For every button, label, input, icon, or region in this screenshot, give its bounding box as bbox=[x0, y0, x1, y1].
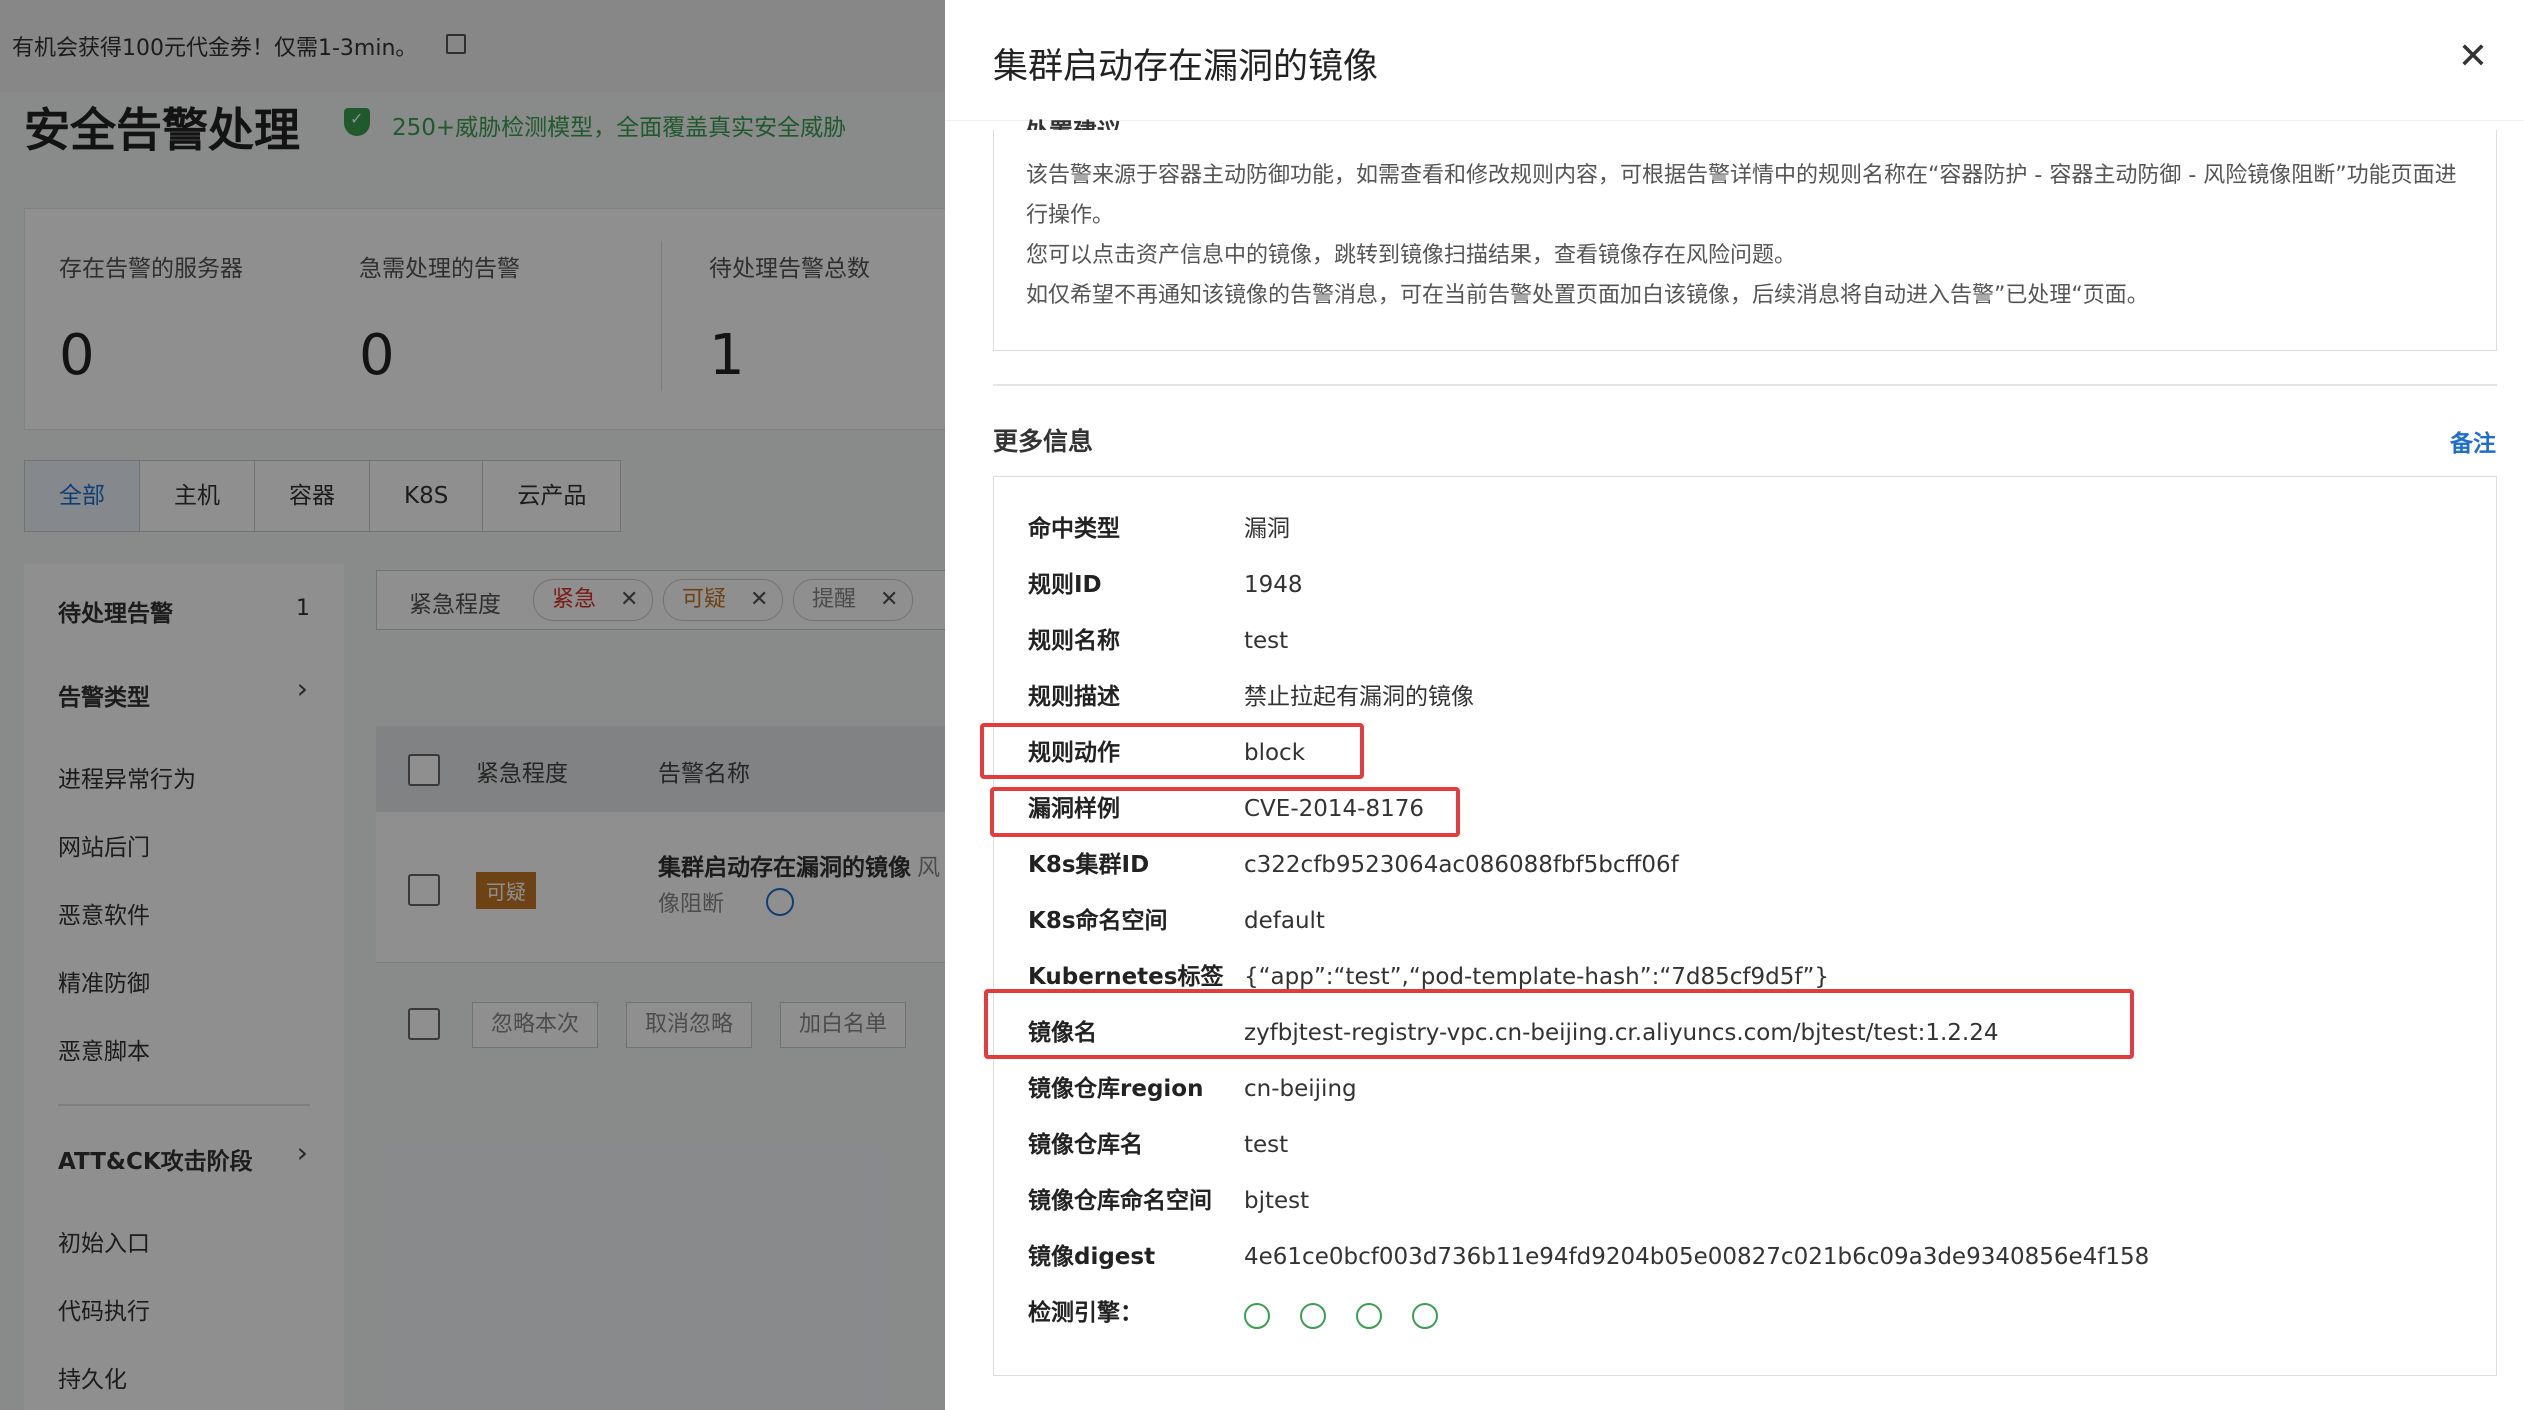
info-key: 规则名称 bbox=[1028, 628, 1120, 654]
info-value: 4e61ce0bcf003d736b11e94fd9204b05e00827c0… bbox=[1244, 1244, 2150, 1270]
engine-3-icon[interactable] bbox=[1356, 1303, 1382, 1329]
engine-2-icon[interactable] bbox=[1300, 1303, 1326, 1329]
engine-4-icon[interactable] bbox=[1412, 1303, 1438, 1329]
drawer-header-divider bbox=[945, 120, 2524, 121]
advice-heading: 处置建议 bbox=[1025, 112, 1121, 130]
info-value: 漏洞 bbox=[1244, 516, 1290, 542]
info-key: 检测引擎： bbox=[1028, 1300, 1143, 1326]
info-key: 规则描述 bbox=[1028, 684, 1120, 710]
drawer-title: 集群启动存在漏洞的镜像 bbox=[993, 47, 1379, 87]
info-key: 规则ID bbox=[1028, 572, 1102, 598]
info-value: c322cfb9523064ac086088fbf5bcff06f bbox=[1244, 852, 1679, 878]
more-info-title: 更多信息 bbox=[993, 427, 1094, 456]
info-key: K8s集群ID bbox=[1028, 852, 1150, 878]
info-row-engines: 检测引擎： bbox=[1028, 1285, 1628, 1341]
info-value: test bbox=[1244, 1132, 1289, 1158]
info-key: 镜像digest bbox=[1028, 1244, 1156, 1270]
info-value: 1948 bbox=[1244, 572, 1303, 598]
engine-1-icon[interactable] bbox=[1244, 1303, 1270, 1329]
section-divider bbox=[993, 384, 2497, 386]
highlight-image-name bbox=[984, 989, 2134, 1059]
modal-overlay[interactable] bbox=[0, 0, 945, 1410]
info-value: bjtest bbox=[1244, 1188, 1310, 1214]
advice-line: 您可以点击资产信息中的镜像，跳转到镜像扫描结果，查看镜像存在风险问题。 bbox=[1026, 243, 1797, 268]
info-value: cn-beijing bbox=[1244, 1076, 1357, 1102]
highlight-vuln-sample bbox=[990, 787, 1460, 837]
info-value: default bbox=[1244, 908, 1325, 934]
info-key: 镜像仓库region bbox=[1028, 1076, 1204, 1102]
info-key: 镜像仓库名 bbox=[1028, 1132, 1143, 1158]
advice-box: 该告警来源于容器主动防御功能，如需查看和修改规则内容，可根据告警详情中的规则名称… bbox=[993, 130, 2497, 351]
info-key: 镜像仓库命名空间 bbox=[1028, 1188, 1212, 1214]
info-value: 禁止拉起有漏洞的镜像 bbox=[1244, 684, 1474, 710]
note-link[interactable]: 备注 bbox=[2450, 424, 2496, 458]
info-key: 命中类型 bbox=[1028, 516, 1120, 542]
close-icon[interactable]: ✕ bbox=[2458, 36, 2488, 77]
alert-detail-drawer: 集群启动存在漏洞的镜像 ✕ 处置建议 该告警来源于容器主动防御功能，如需查看和修… bbox=[945, 0, 2524, 1410]
info-key: K8s命名空间 bbox=[1028, 908, 1168, 934]
info-value: test bbox=[1244, 628, 1289, 654]
more-info-box: 命中类型 漏洞 规则ID 1948 规则名称 test 规则描述 禁止拉起有漏洞的镜像 … bbox=[980, 476, 2497, 1376]
highlight-rule-action bbox=[980, 723, 1364, 779]
advice-line: 如仅希望不再通知该镜像的告警消息，可在当前告警处置页面加白该镜像，后续消息将自动… bbox=[1026, 283, 2149, 308]
advice-line: 该告警来源于容器主动防御功能，如需查看和修改规则内容，可根据告警详情中的规则名称… bbox=[1026, 163, 2457, 228]
